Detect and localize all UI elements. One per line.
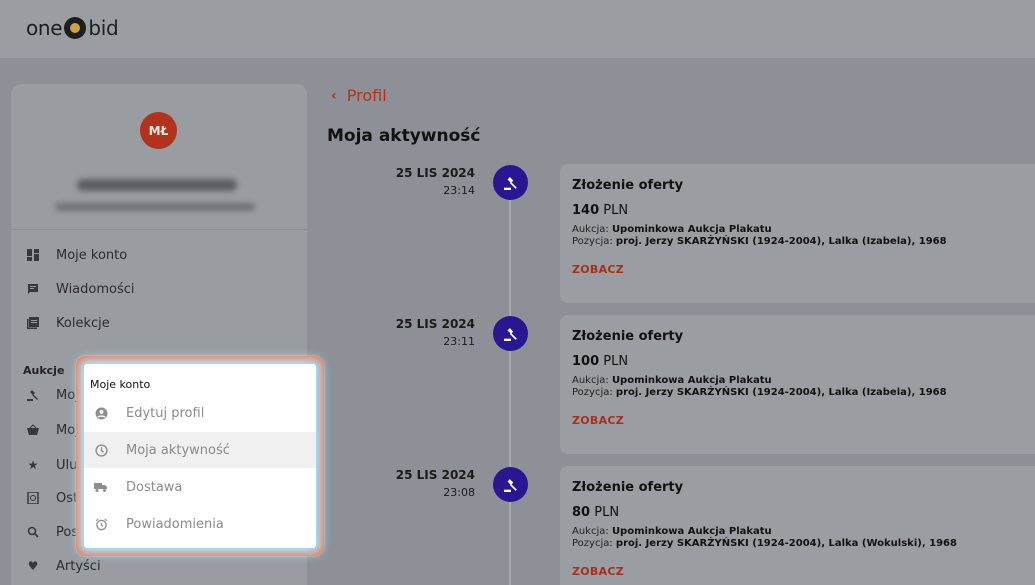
sidebar-item-auction-4[interactable]: Ost [26,488,78,508]
sidebar-item-artysci[interactable]: ♥ Artyści [26,556,101,576]
activity-title: Złożenie oferty [572,329,684,344]
back-to-profile-link[interactable]: ‹ Profil [331,86,387,105]
activity-time: 23:14 [443,184,475,197]
activity-title: Złożenie oferty [572,178,684,193]
logo-mark-icon [64,17,87,39]
position-line: Pozycja: proj. Jerzy SKARŻYŃSKI (1924-20… [572,387,1035,398]
chevron-left-icon: ‹ [331,87,337,104]
sidebar-item-auction-5[interactable]: Pos [26,522,78,542]
clock-icon [94,443,108,457]
sidebar-item-label: Pos [56,524,79,540]
position-name: proj. Jerzy SKARŻYŃSKI (1924-2004), Lalk… [615,236,947,247]
gavel-icon [493,316,528,351]
position-line: Pozycja: proj. Jerzy SKARŻYŃSKI (1924-20… [572,236,1035,247]
bid-amount: 80 PLN [572,505,1035,520]
view-link[interactable]: ZOBACZ [572,263,1035,276]
menu-item-label: Powiadomienia [126,516,224,532]
activity-date: 25 LIS 2024 [395,166,475,180]
activity-date: 25 LIS 2024 [395,468,475,482]
search-icon [26,525,40,539]
auction-name: Upominkowa Aukcja Plakatu [611,224,772,235]
menu-item-edytuj-profil[interactable]: Edytuj profil [84,395,316,431]
auction-label: Aukcja: [572,224,609,235]
star-icon: ★ [27,458,39,472]
activity-title: Złożenie oferty [572,480,684,495]
divider [11,229,307,230]
bid-currency: PLN [603,203,629,218]
menu-item-dostawa[interactable]: Dostawa [84,469,316,505]
user-circle-icon [94,406,108,420]
collection-icon [26,316,40,330]
logo-text-right: bid [88,16,119,40]
recent-icon [26,491,40,505]
view-link[interactable]: ZOBACZ [572,414,1035,427]
position-label: Pozycja: [572,236,613,247]
sidebar-item-wiadomosci[interactable]: Wiadomości [26,279,135,299]
account-menu-popup: Moje konto Edytuj profil Moja aktywność … [84,364,316,548]
bid-amount: 100 PLN [572,354,1035,369]
bid-amount: 140 PLN [572,203,1035,218]
sidebar-item-label: Kolekcje [56,315,110,331]
activity-date: 25 LIS 2024 [395,317,475,331]
menu-item-powiadomienia[interactable]: Powiadomienia [84,506,316,542]
auction-line: Aukcja: Upominkowa Aukcja Plakatu [572,526,1035,537]
sidebar-item-auction-3[interactable]: ★ Ulul [26,455,81,475]
gavel-icon [26,388,40,402]
menu-item-moja-aktywnosc[interactable]: Moja aktywność [84,432,316,468]
page-title: Moja aktywność [327,126,481,146]
auction-line: Aukcja: Upominkowa Aukcja Plakatu [572,224,1035,235]
gavel-icon [493,165,528,200]
gavel-icon [493,467,528,502]
section-label-aukcje: Aukcje [23,364,65,377]
sidebar-item-kolekcje[interactable]: Kolekcje [26,313,110,333]
sidebar-item-auction-1[interactable]: Moj [26,385,79,405]
bid-currency: PLN [603,354,629,369]
bid-currency: PLN [594,505,620,520]
menu-item-label: Dostawa [126,479,183,495]
position-label: Pozycja: [572,538,613,549]
sidebar-item-label: Wiadomości [56,281,135,297]
timeline-line [509,182,511,585]
popup-title: Moje konto [90,378,151,391]
position-name: proj. Jerzy SKARŻYŃSKI (1924-2004), Lalk… [615,387,947,398]
blurred-user-email [55,203,255,211]
bid-value: 140 [572,203,600,218]
activity-card: Złożenie oferty 140 PLN Aukcja: Upominko… [560,164,1035,303]
back-link-label: Profil [346,86,387,105]
blurred-user-name [77,179,237,191]
auction-label: Aukcja: [572,526,609,537]
bid-value: 100 [572,354,600,369]
auction-label: Aukcja: [572,375,609,386]
logo-text-left: one [26,16,63,40]
basket-icon [26,423,40,437]
menu-item-label: Moja aktywność [126,442,230,458]
heart-icon: ♥ [27,559,39,573]
auction-name: Upominkowa Aukcja Plakatu [611,526,772,537]
sidebar-item-label: Moje konto [56,247,128,263]
position-label: Pozycja: [572,387,613,398]
position-name: proj. Jerzy SKARŻYŃSKI (1924-2004), Lalk… [615,538,957,549]
activity-time: 23:11 [443,335,475,348]
sidebar-item-auction-2[interactable]: Moj [26,420,79,440]
onebid-logo[interactable]: one bid [26,16,119,40]
menu-item-label: Edytuj profil [126,405,205,421]
activity-card: Złożenie oferty 80 PLN Aukcja: Upominkow… [560,466,1035,585]
alarm-icon [94,517,108,531]
avatar[interactable]: MŁ [140,112,177,149]
sidebar-item-moje-konto[interactable]: Moje konto [26,245,127,265]
sidebar-item-label: Ost [56,490,79,506]
activity-card: Złożenie oferty 100 PLN Aukcja: Upominko… [560,315,1035,454]
auction-name: Upominkowa Aukcja Plakatu [611,375,772,386]
view-link[interactable]: ZOBACZ [572,565,1035,578]
truck-icon [94,480,108,494]
sidebar-item-label: Artyści [56,558,101,574]
activity-time: 23:08 [443,486,475,499]
dashboard-icon [26,248,40,262]
auction-line: Aukcja: Upominkowa Aukcja Plakatu [572,375,1035,386]
message-icon [26,282,40,296]
bid-value: 80 [572,505,591,520]
position-line: Pozycja: proj. Jerzy SKARŻYŃSKI (1924-20… [572,538,1035,549]
top-bar: one bid [0,0,1035,58]
